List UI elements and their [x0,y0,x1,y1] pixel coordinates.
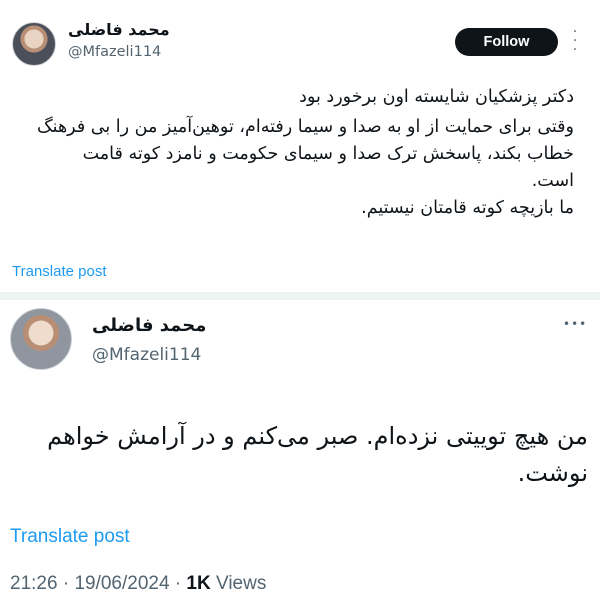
tweet-text-line: نوشت. [517,459,588,487]
tweet-text-line: دکتر پزشکیان شایسته اون برخورد بود [299,87,574,107]
author-handle[interactable]: @Mfazeli114 [92,345,201,365]
divider [0,292,600,300]
more-options-icon[interactable]: ••• [563,318,586,330]
tweet-text: من هیچ توییتی نزده‌ام. صبر می‌کنم و در آ… [40,418,588,492]
more-options-icon[interactable]: · · · [570,25,580,57]
tweet-time[interactable]: 21:26 [10,573,58,594]
tweet-text-line: ما بازیچه کوته قامتان نیستیم. [361,198,574,218]
author-handle[interactable]: @Mfazeli114 [68,44,161,60]
views-label: Views [216,573,267,594]
translate-post-link[interactable]: Translate post [12,263,107,280]
author-name[interactable]: محمد فاضلی [68,20,170,39]
tweet-card-bottom: محمد فاضلی @Mfazeli114 ••• من هیچ توییتی… [0,300,600,600]
views-count: 1K [186,573,211,594]
avatar[interactable] [10,308,72,370]
tweet-date[interactable]: 19/06/2024 [74,573,169,594]
tweet-metadata: 21:26 · 19/06/2024 · 1K Views [10,573,267,594]
tweet-text: دکتر پزشکیان شایسته اون برخورد بود وقتی … [12,84,588,222]
follow-button[interactable]: Follow [455,28,558,56]
tweet-text-line: وقتی برای حمایت از او به صدا و سیما رفته… [37,117,574,137]
tweet-text-line: من هیچ توییتی نزده‌ام. صبر می‌کنم و در آ… [47,422,588,450]
author-name[interactable]: محمد فاضلی [92,315,206,336]
tweet-card-top: محمد فاضلی @Mfazeli114 Follow · · · دکتر پ… [0,0,600,292]
tweet-text-line: خطاب بکند، پاسخش ترک صدا و سیمای حکومت و… [82,144,574,164]
avatar[interactable] [12,22,56,66]
translate-post-link[interactable]: Translate post [10,526,130,548]
tweet-text-line: است. [531,171,574,191]
